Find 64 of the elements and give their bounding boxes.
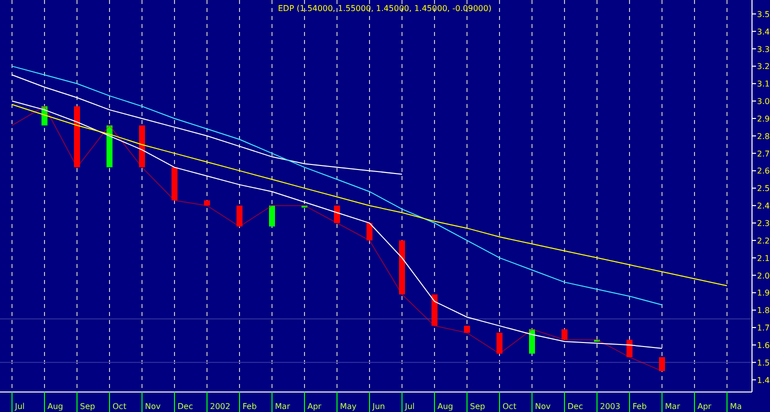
candle (432, 294, 438, 326)
axis-label: Aug (438, 402, 454, 411)
axis-label: Feb (632, 402, 647, 411)
candle (626, 340, 632, 358)
candle (139, 125, 145, 168)
axis-label: 2003 (600, 402, 620, 411)
axis-label: 1.5 (757, 358, 770, 368)
candle (236, 206, 242, 226)
axis-label: 2.1 (757, 254, 770, 263)
candle (496, 332, 502, 354)
axis-label: 1.6 (757, 340, 770, 350)
axis-label: 3.2 (757, 62, 770, 72)
axis-label: 1.7 (757, 324, 770, 333)
axis-label: Dec (178, 402, 193, 411)
axis-label: Mar (275, 402, 290, 411)
axis-label: 3.4 (757, 27, 770, 36)
candle (562, 329, 568, 340)
axis-label: 1.4 (757, 376, 770, 385)
axis-label: May (340, 402, 357, 411)
candle (106, 125, 112, 168)
axis-label: 2.2 (757, 236, 770, 246)
axis-label: 3.3 (757, 44, 770, 54)
axis-label: 3.1 (757, 80, 770, 89)
axis-label: Sep (470, 402, 486, 411)
axis-label: 3.0 (757, 97, 770, 106)
candle (204, 200, 210, 206)
axis-label: Mar (665, 402, 680, 411)
axis-label: Oct (112, 402, 126, 411)
axis-label: 2.9 (757, 114, 770, 124)
axis-label: 2.8 (757, 132, 770, 141)
axis-label: 2.0 (757, 271, 770, 280)
axis-label: Jul (15, 402, 25, 411)
axis-label: Nov (535, 402, 551, 411)
candle (302, 206, 308, 208)
axis-label: 2.4 (757, 202, 770, 211)
axis-label: 3.5 (757, 10, 770, 19)
axis-label: Jul (405, 402, 415, 411)
axis-label: 2002 (210, 402, 230, 411)
candle (529, 329, 535, 354)
candle (269, 206, 275, 226)
axis-label: 2.5 (757, 184, 770, 194)
candle (659, 357, 665, 372)
candle (74, 106, 80, 168)
axis-label: 2.7 (757, 149, 770, 158)
candle (594, 340, 600, 342)
axis-label: Feb (242, 402, 257, 411)
axis-label: Apr (308, 402, 322, 411)
axis-label: Sep (80, 402, 96, 411)
candle (399, 240, 405, 294)
axis-label: Aug (48, 402, 64, 411)
candle (366, 223, 372, 240)
axis-label: Nov (145, 402, 161, 411)
axis-label: Jun (372, 402, 385, 411)
candle (334, 206, 340, 223)
axis-label: Oct (502, 402, 516, 411)
axis-label: 2.6 (757, 166, 770, 176)
chart-title: EDP (1.54000, 1.55000, 1.45000, 1.45000, -0.09000) (278, 4, 492, 13)
axis-label: Dec (568, 402, 583, 411)
candle (172, 167, 178, 200)
axis-label: Apr (698, 402, 712, 411)
axis-label: 1.9 (757, 288, 770, 298)
axis-label: Ma (730, 402, 742, 411)
axis-label: 1.8 (757, 306, 770, 316)
axis-label: 2.3 (757, 219, 770, 228)
